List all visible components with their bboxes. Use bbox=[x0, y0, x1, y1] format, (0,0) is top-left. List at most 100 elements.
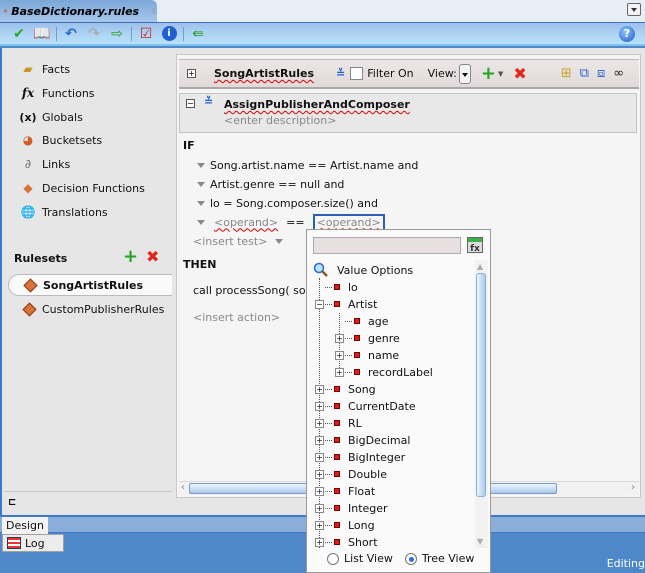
expand-node-icon[interactable]: + bbox=[315, 520, 324, 530]
double-chevron-down-icon[interactable]: ≚ bbox=[336, 68, 345, 79]
collapse-panel-icon[interactable]: ⊏ bbox=[8, 497, 16, 508]
log-button[interactable]: Log bbox=[2, 534, 64, 552]
redo-icon[interactable]: ↷ bbox=[85, 25, 103, 43]
tree-node-lo[interactable]: lo bbox=[315, 279, 358, 295]
tree-node-integer[interactable]: + Integer bbox=[315, 500, 388, 516]
tree-node-genre[interactable]: + genre bbox=[335, 330, 400, 346]
expression-builder-icon[interactable]: fx bbox=[467, 237, 483, 254]
tree-node-artist[interactable]: − Artist bbox=[315, 296, 377, 312]
expand-node-icon[interactable]: + bbox=[315, 435, 324, 445]
list-view-radio[interactable] bbox=[327, 552, 339, 565]
insert-test-menu-icon[interactable] bbox=[275, 238, 284, 244]
sidebar-item-decision-functions[interactable]: ◆ Decision Functions bbox=[20, 178, 144, 198]
test-expression[interactable]: Artist.genre == null and bbox=[210, 178, 344, 191]
action-expression[interactable]: call processSong( so bbox=[193, 284, 306, 297]
scroll-thumb[interactable] bbox=[476, 273, 486, 497]
expand-ruleset-toggle[interactable]: + bbox=[187, 69, 196, 78]
test-expression[interactable]: lo = Song.composer.size() and bbox=[210, 197, 378, 210]
help-icon[interactable]: ? bbox=[619, 26, 635, 42]
double-chevron-down-icon[interactable]: ≚ bbox=[204, 96, 213, 107]
scroll-left-icon[interactable]: ‹ bbox=[181, 482, 185, 493]
tree-node-float[interactable]: + Float bbox=[315, 483, 375, 499]
rule-name[interactable]: AssignPublisherAndComposer bbox=[224, 98, 410, 111]
expand-node-icon[interactable]: + bbox=[315, 452, 324, 462]
tree-node-currentdate[interactable]: + CurrentDate bbox=[315, 398, 416, 414]
tree-node-age[interactable]: age bbox=[335, 313, 389, 329]
sidebar-item-facts[interactable]: ▰ Facts bbox=[20, 59, 70, 79]
test-row[interactable]: Artist.genre == null and bbox=[197, 176, 344, 192]
tree-node-rl[interactable]: + RL bbox=[315, 415, 362, 431]
collapse-all-icon[interactable]: ⧈ bbox=[597, 66, 605, 81]
sidebar-item-functions[interactable]: fx Functions bbox=[20, 83, 95, 103]
tab-list-dropdown[interactable] bbox=[627, 3, 641, 16]
tree-view-label[interactable]: Tree View bbox=[422, 552, 475, 565]
tree-node-recordlabel[interactable]: + recordLabel bbox=[335, 364, 433, 380]
test-menu-icon[interactable] bbox=[197, 162, 205, 168]
value-expression-input[interactable] bbox=[313, 237, 461, 254]
scroll-up-icon[interactable]: ▲ bbox=[477, 262, 483, 271]
scroll-down-icon[interactable]: ▼ bbox=[477, 537, 483, 546]
filter-on-checkbox[interactable] bbox=[350, 67, 364, 80]
generate-page-icon[interactable]: ⇨ bbox=[108, 25, 126, 43]
add-ruleset-button[interactable]: + bbox=[123, 248, 138, 266]
add-rule-dropdown-icon[interactable]: ▼ bbox=[498, 70, 503, 78]
expand-node-icon[interactable]: + bbox=[335, 367, 344, 377]
expand-node-icon[interactable]: + bbox=[315, 401, 324, 411]
expand-node-icon[interactable]: + bbox=[335, 350, 344, 360]
test-checklist-icon[interactable]: ☑ bbox=[137, 25, 155, 43]
sidebar-item-globals[interactable]: (x) Globals bbox=[19, 107, 82, 127]
test-row[interactable]: Song.artist.name == Artist.name and bbox=[197, 157, 418, 173]
left-operand[interactable]: <operand> bbox=[214, 216, 278, 229]
link-arrow-icon[interactable]: ⇚ bbox=[189, 25, 207, 43]
insert-action-link[interactable]: <insert action> bbox=[193, 311, 280, 324]
collapse-rule-toggle[interactable]: − bbox=[186, 99, 195, 108]
test-menu-icon[interactable] bbox=[197, 200, 205, 206]
tree-node-short[interactable]: + Short bbox=[315, 534, 378, 548]
test-menu-icon[interactable] bbox=[197, 219, 205, 225]
undo-icon[interactable]: ↶ bbox=[62, 25, 80, 43]
test-row[interactable]: lo = Song.composer.size() and bbox=[197, 195, 378, 211]
operator[interactable]: == bbox=[286, 216, 304, 229]
test-menu-icon[interactable] bbox=[197, 181, 205, 187]
tree-node-bigdecimal[interactable]: + BigDecimal bbox=[315, 432, 410, 448]
tab-design[interactable]: Design bbox=[2, 517, 48, 534]
tree-node-name[interactable]: + name bbox=[335, 347, 399, 363]
expand-node-icon[interactable]: + bbox=[335, 333, 344, 343]
insert-test-link[interactable]: <insert test> bbox=[193, 235, 267, 248]
sidebar-item-translations[interactable]: 🌐 Translations bbox=[20, 202, 108, 222]
sidebar-item-bucketsets[interactable]: ◕ Bucketsets bbox=[20, 130, 102, 150]
list-view-label[interactable]: List View bbox=[344, 552, 393, 565]
tab-base-dictionary[interactable]: BaseDictionary.rules x bbox=[0, 0, 157, 22]
preview-book-icon[interactable]: 📖 bbox=[33, 25, 51, 43]
glasses-icon[interactable]: ∞ bbox=[613, 66, 624, 81]
view-dropdown[interactable] bbox=[458, 63, 471, 84]
info-icon[interactable]: i bbox=[160, 25, 178, 43]
expand-node-icon[interactable]: + bbox=[315, 537, 324, 547]
test-row[interactable]: <operand> == <operand> bbox=[197, 213, 385, 231]
right-operand-selected[interactable]: <operand> bbox=[312, 213, 385, 231]
tree-node-song[interactable]: + Song bbox=[315, 381, 376, 397]
tree-node-long[interactable]: + Long bbox=[315, 517, 375, 533]
scroll-right-icon[interactable]: › bbox=[631, 482, 635, 493]
test-expression[interactable]: Song.artist.name == Artist.name and bbox=[210, 159, 418, 172]
vertical-scrollbar[interactable]: ▲ ▼ bbox=[475, 260, 488, 548]
ruleset-name[interactable]: SongArtistRules bbox=[214, 67, 314, 80]
rule-description[interactable]: <enter description> bbox=[224, 114, 336, 127]
tree-node-double[interactable]: + Double bbox=[315, 466, 387, 482]
delete-ruleset-button[interactable]: ✖ bbox=[146, 249, 159, 265]
tree-view-radio[interactable] bbox=[404, 552, 417, 565]
tree-node-biginteger[interactable]: + BigInteger bbox=[315, 449, 405, 465]
delete-rule-button[interactable]: ✖ bbox=[513, 64, 526, 83]
tree-hierarchy-icon[interactable]: ⊞ bbox=[561, 66, 572, 81]
expand-all-icon[interactable]: ⧉ bbox=[580, 66, 589, 81]
ruleset-item-custompublisherrules[interactable]: CustomPublisherRules bbox=[8, 298, 174, 320]
expand-node-icon[interactable]: + bbox=[315, 469, 324, 479]
expand-node-icon[interactable]: + bbox=[315, 486, 324, 496]
expand-node-icon[interactable]: + bbox=[315, 503, 324, 513]
add-rule-button[interactable]: + bbox=[481, 64, 496, 82]
action-row[interactable]: call processSong( so bbox=[193, 282, 306, 298]
validate-check-icon[interactable]: ✔ bbox=[10, 25, 28, 43]
expand-node-icon[interactable]: + bbox=[315, 384, 324, 394]
expand-node-icon[interactable]: + bbox=[315, 418, 324, 428]
ruleset-item-songartistrules[interactable]: SongArtistRules bbox=[8, 274, 174, 296]
